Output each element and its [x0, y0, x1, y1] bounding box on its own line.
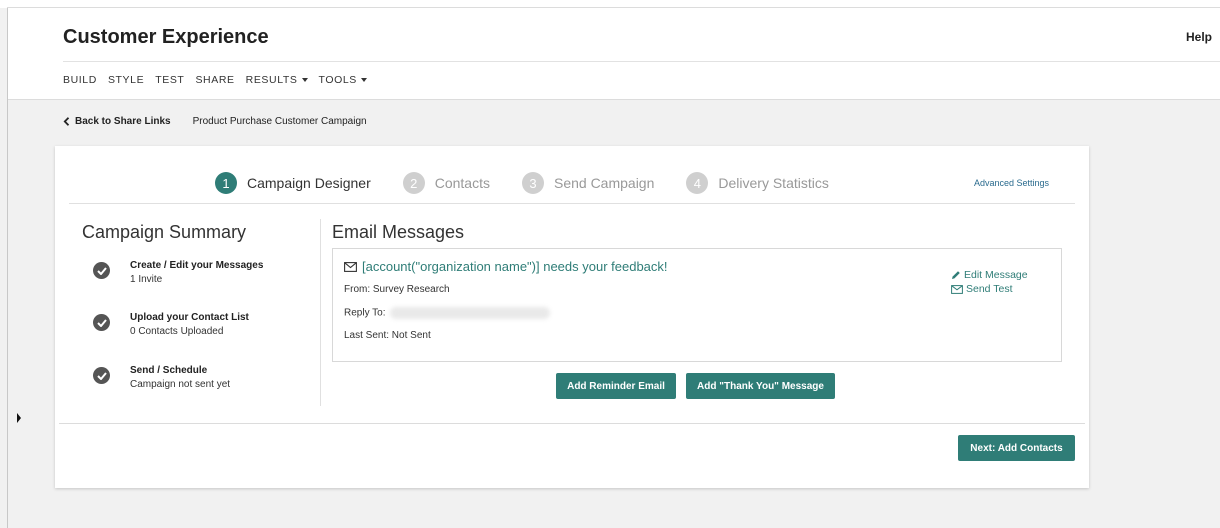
summary-item-title: Upload your Contact List [130, 312, 249, 323]
nav-tools-label: TOOLS [318, 74, 357, 86]
send-test-label: Send Test [966, 283, 1013, 295]
edit-message-link[interactable]: Edit Message [951, 269, 1028, 281]
app-header: Customer Experience Help BUILD STYLE TES… [8, 8, 1220, 100]
step-label: Delivery Statistics [718, 175, 829, 191]
reply-to-label: Reply To: [344, 307, 386, 319]
breadcrumb-current: Product Purchase Customer Campaign [192, 116, 367, 127]
cursor-pointer-icon [17, 413, 21, 423]
step-number: 1 [215, 172, 237, 194]
step-label: Send Campaign [553, 175, 655, 191]
summary-item-subtitle: Campaign not sent yet [130, 379, 231, 390]
back-label: Back to Share Links [75, 116, 171, 127]
steps-divider [69, 203, 1075, 204]
nav-results-label: RESULTS [245, 74, 298, 86]
breadcrumb: Back to Share Links Product Purchase Cus… [63, 116, 367, 127]
nav-test[interactable]: TEST [155, 74, 184, 86]
nav-style[interactable]: STYLE [108, 74, 144, 86]
email-reply-to: Reply To: [344, 307, 550, 319]
step-number: 3 [521, 172, 544, 194]
check-circle-icon [93, 367, 110, 384]
footer-divider [59, 423, 1085, 424]
redacted-email [389, 307, 550, 319]
chevron-left-icon [63, 117, 70, 126]
step-campaign-designer[interactable]: 1 Campaign Designer [215, 172, 371, 194]
summary-item-contacts: Upload your Contact List 0 Contacts Uplo… [93, 312, 249, 337]
check-circle-icon [93, 314, 110, 331]
summary-item-subtitle: 1 Invite [130, 274, 163, 285]
check-circle-icon [93, 262, 110, 279]
add-reminder-email-button[interactable]: Add Reminder Email [556, 373, 676, 399]
app-title: Customer Experience [63, 26, 269, 48]
step-indicator: 1 Campaign Designer 2 Contacts 3 Send Ca… [215, 172, 861, 194]
advanced-settings-link[interactable]: Advanced Settings [974, 178, 1049, 188]
nav-tools-menu[interactable]: TOOLS [319, 74, 367, 86]
send-test-link[interactable]: Send Test [951, 283, 1028, 295]
add-thank-you-message-button[interactable]: Add "Thank You" Message [686, 373, 835, 399]
caret-down-icon [360, 78, 367, 83]
step-number: 2 [402, 172, 425, 194]
email-message-card: [account("organization name")] needs you… [332, 248, 1062, 362]
summary-item-messages: Create / Edit your Messages 1 Invite [93, 260, 263, 285]
caret-down-icon [301, 78, 308, 83]
step-number: 4 [686, 172, 709, 194]
help-link[interactable]: Help [1186, 30, 1212, 44]
campaign-summary-title: Campaign Summary [82, 222, 247, 242]
nav-build[interactable]: BUILD [63, 74, 97, 86]
email-messages-title: Email Messages [332, 222, 465, 242]
summary-item-send: Send / Schedule Campaign not sent yet [93, 365, 230, 390]
column-separator [320, 219, 321, 406]
back-to-share-links[interactable]: Back to Share Links [63, 116, 171, 127]
summary-item-title: Send / Schedule [130, 365, 208, 376]
step-send-campaign[interactable]: 3 Send Campaign [521, 172, 655, 194]
summary-item-subtitle: 0 Contacts Uploaded [130, 326, 224, 337]
next-add-contacts-button[interactable]: Next: Add Contacts [958, 435, 1075, 461]
email-actions: Edit Message Send Test [951, 269, 1028, 297]
nav-share[interactable]: SHARE [195, 74, 234, 86]
step-delivery-statistics[interactable]: 4 Delivery Statistics [686, 172, 829, 194]
campaign-card: 1 Campaign Designer 2 Contacts 3 Send Ca… [55, 146, 1089, 488]
main-nav: BUILD STYLE TEST SHARE RESULTS TOOLS [63, 74, 367, 86]
pencil-icon [952, 271, 960, 279]
step-label: Campaign Designer [247, 175, 371, 191]
email-last-sent: Last Sent: Not Sent [344, 330, 431, 341]
nav-results-menu[interactable]: RESULTS [246, 74, 308, 86]
header-divider [63, 61, 1220, 62]
email-from: From: Survey Research [344, 284, 450, 295]
envelope-icon [951, 284, 963, 294]
email-subject[interactable]: [account("organization name")] needs you… [344, 259, 668, 274]
envelope-icon [344, 261, 357, 272]
email-subject-text: [account("organization name")] needs you… [362, 259, 668, 274]
step-contacts[interactable]: 2 Contacts [402, 172, 490, 194]
edit-message-label: Edit Message [964, 269, 1028, 281]
summary-item-title: Create / Edit your Messages [130, 260, 264, 271]
step-label: Contacts [434, 175, 490, 191]
